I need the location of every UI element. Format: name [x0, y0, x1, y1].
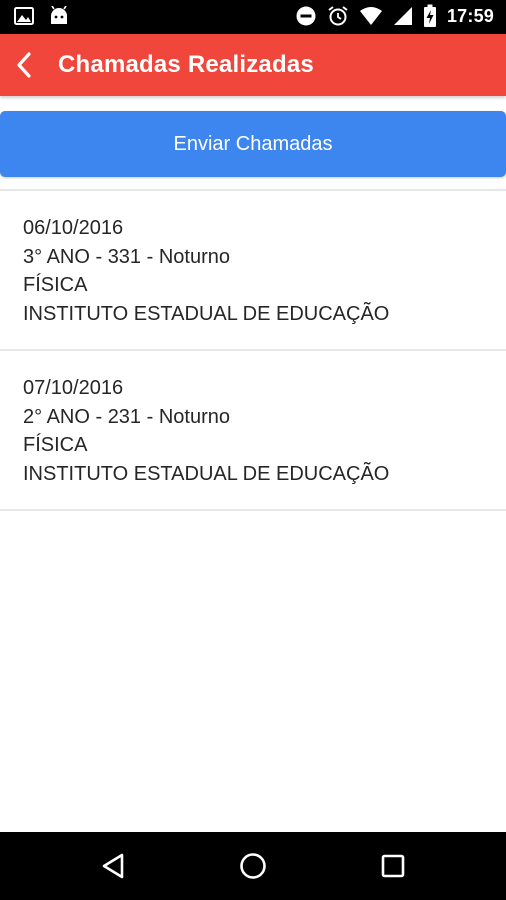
call-school: INSTITUTO ESTADUAL DE EDUCAÇÃO	[23, 302, 390, 325]
chevron-left-icon	[17, 52, 31, 78]
app-bar: Chamadas Realizadas	[0, 34, 506, 96]
home-circle-icon	[240, 853, 266, 879]
call-class: 3° ANO - 331 - Noturno	[23, 245, 230, 268]
nav-back-button[interactable]	[73, 832, 153, 900]
alarm-icon	[327, 5, 349, 27]
do-not-disturb-icon	[295, 5, 317, 27]
call-list-item[interactable]: 07/10/2016 2° ANO - 231 - Noturno FÍSICA…	[0, 351, 506, 509]
signal-icon	[393, 6, 413, 26]
divider	[0, 509, 506, 511]
call-list-item[interactable]: 06/10/2016 3° ANO - 331 - Noturno FÍSICA…	[0, 191, 506, 349]
call-school: INSTITUTO ESTADUAL DE EDUCAÇÃO	[23, 462, 390, 485]
page-title: Chamadas Realizadas	[58, 51, 314, 78]
call-class: 2° ANO - 231 - Noturno	[23, 405, 230, 428]
back-button[interactable]	[4, 34, 44, 96]
call-date: 06/10/2016	[23, 217, 124, 239]
image-icon	[14, 6, 34, 26]
call-subject: FÍSICA	[23, 434, 88, 456]
wifi-icon	[359, 6, 383, 26]
recents-square-icon	[381, 854, 405, 878]
calls-list: 06/10/2016 3° ANO - 331 - Noturno FÍSICA…	[0, 189, 506, 511]
send-calls-button[interactable]: Enviar Chamadas	[0, 111, 506, 177]
navigation-bar	[0, 832, 506, 900]
nav-recents-button[interactable]	[353, 832, 433, 900]
status-bar: 17:59	[0, 0, 506, 34]
call-subject: FÍSICA	[23, 274, 88, 296]
android-icon	[48, 6, 70, 26]
back-triangle-icon	[102, 853, 124, 879]
status-time: 17:59	[446, 5, 494, 26]
status-bar-left	[14, 6, 70, 26]
nav-home-button[interactable]	[213, 832, 293, 900]
status-bar-right: 17:59	[295, 4, 494, 28]
call-date: 07/10/2016	[23, 377, 124, 399]
battery-charging-icon	[423, 4, 437, 28]
